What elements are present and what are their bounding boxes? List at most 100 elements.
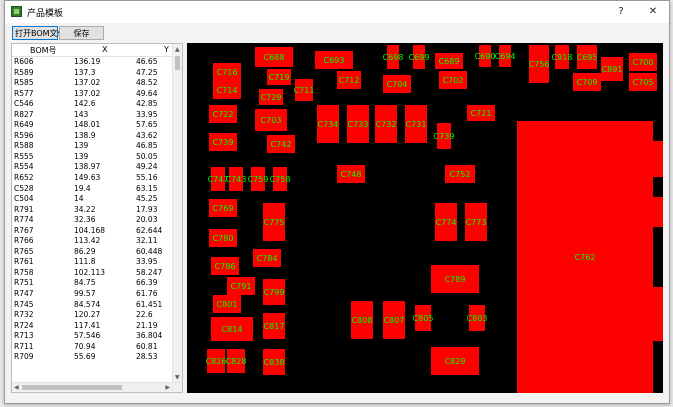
table-row[interactable]: R606 136.19 46.65	[12, 57, 174, 68]
horizontal-scroll-thumb[interactable]	[22, 385, 122, 390]
pcb-component[interactable]: C714	[213, 81, 241, 99]
pcb-pad[interactable]	[653, 141, 663, 177]
pcb-component[interactable]: C698	[383, 45, 404, 69]
pcb-component[interactable]: C743	[226, 167, 247, 191]
pcb-component[interactable]: C807	[383, 301, 405, 339]
table-row[interactable]: R732 120.27 22.6	[12, 310, 174, 321]
pcb-component[interactable]: C826	[206, 349, 227, 373]
pcb-component[interactable]: C829	[431, 347, 479, 375]
pcb-component[interactable]: C703	[255, 109, 287, 131]
vertical-scroll-thumb[interactable]	[175, 56, 180, 70]
help-button[interactable]: ?	[610, 4, 632, 20]
pcb-component[interactable]: C709	[573, 73, 601, 91]
pcb-pad[interactable]	[653, 313, 663, 341]
pcb-component[interactable]: C805	[413, 305, 434, 331]
pcb-component[interactable]: C814	[211, 317, 253, 341]
pcb-component[interactable]: C791	[227, 277, 255, 295]
table-row[interactable]: R713 57.546 36.804	[12, 331, 174, 342]
pcb-component[interactable]: C803	[467, 305, 488, 331]
pcb-component[interactable]: C799	[263, 279, 285, 305]
save-button[interactable]: 保存	[59, 26, 104, 40]
table-row[interactable]: R711 70.94 60.81	[12, 342, 174, 353]
horizontal-scrollbar[interactable]: ◀ ▶	[12, 382, 182, 392]
pcb-component[interactable]: C693	[315, 51, 353, 69]
table-row[interactable]: R765 86.29 60.448	[12, 247, 174, 258]
pcb-component[interactable]: C891	[601, 57, 623, 81]
table-row[interactable]: R652 149.63 55.16	[12, 173, 174, 184]
pcb-component[interactable]: C732	[375, 105, 397, 143]
pcb-component[interactable]: C769	[209, 199, 237, 217]
pcb-component[interactable]: C688	[255, 47, 293, 67]
pcb-component[interactable]: C774	[435, 203, 457, 241]
table-row[interactable]: R588 139 46.85	[12, 141, 174, 152]
pcb-pad[interactable]	[653, 197, 663, 227]
scroll-left-icon[interactable]: ◀	[14, 384, 19, 391]
scroll-down-icon[interactable]: ▼	[175, 374, 180, 381]
pcb-component[interactable]: C721	[467, 105, 495, 121]
pcb-component[interactable]: C739	[434, 123, 455, 149]
table-row[interactable]: R589 137.3 47.25	[12, 68, 174, 79]
table-row[interactable]: C546 142.6 42.85	[12, 99, 174, 110]
pcb-component[interactable]: C711	[294, 79, 315, 101]
column-header-bom[interactable]: BOM号	[30, 45, 57, 56]
table-row[interactable]: R745 84.574 61.451	[12, 300, 174, 311]
pcb-component[interactable]: C775	[263, 203, 285, 241]
pcb-component[interactable]: C780	[209, 229, 237, 247]
pcb-component[interactable]: C786	[211, 257, 239, 275]
pcb-component[interactable]: C704	[383, 75, 411, 93]
pcb-component[interactable]: C784	[253, 249, 281, 267]
pcb-component[interactable]: C729	[259, 89, 283, 105]
pcb-component[interactable]: C748	[337, 165, 365, 183]
pcb-component[interactable]: C712	[337, 71, 361, 89]
vertical-scrollbar[interactable]: ▲ ▼	[172, 44, 182, 383]
table-row[interactable]: R649 148.01 57.65	[12, 120, 174, 131]
pcb-component[interactable]: C719	[267, 69, 291, 85]
pcb-component[interactable]: C808	[351, 301, 373, 339]
table-row[interactable]: R758 102.113 58.247	[12, 268, 174, 279]
pcb-component[interactable]: C722	[209, 105, 237, 123]
pcb-component[interactable]: C690	[475, 45, 496, 67]
pcb-component[interactable]: C801	[213, 295, 241, 313]
scroll-up-icon[interactable]: ▲	[175, 46, 180, 53]
table-row[interactable]: R767 104.168 62.644	[12, 226, 174, 237]
pcb-component[interactable]: C759	[248, 167, 269, 191]
table-row[interactable]: C504 14 45.25	[12, 194, 174, 205]
pcb-canvas[interactable]: C688 C693 C698 C699 C689 C690 C694 C756C918 C695…	[187, 43, 663, 393]
pcb-component[interactable]: C752	[445, 165, 475, 183]
table-row[interactable]: R555 139 50.05	[12, 152, 174, 163]
pcb-component[interactable]: C758	[270, 167, 291, 191]
column-header-x[interactable]: X	[102, 45, 107, 54]
pcb-component[interactable]: C695	[577, 45, 598, 69]
table-row[interactable]: C528 19.4 63.15	[12, 184, 174, 195]
table-row[interactable]: R596 138.9 43.62	[12, 131, 174, 142]
table-row[interactable]: R709 55.69 28.53	[12, 352, 174, 363]
table-row[interactable]: R585 137.02 48.52	[12, 78, 174, 89]
pcb-component[interactable]: C918	[552, 45, 573, 69]
pcb-component[interactable]: C734	[317, 105, 339, 143]
pcb-component[interactable]: C828	[226, 349, 247, 373]
table-row[interactable]: R554 138.97 49.24	[12, 162, 174, 173]
pcb-pad[interactable]	[653, 287, 663, 313]
table-row[interactable]: R761 111.8 33.95	[12, 257, 174, 268]
pcb-component[interactable]: C838	[263, 349, 285, 375]
table-row[interactable]: R766 113.42 32.11	[12, 236, 174, 247]
pcb-component[interactable]: C700	[629, 53, 657, 71]
table-row[interactable]: R791 34.22 17.93	[12, 205, 174, 216]
pcb-component[interactable]: C762	[517, 121, 653, 393]
pcb-component[interactable]: C705	[629, 73, 657, 91]
pcb-component[interactable]: C773	[465, 203, 487, 241]
pcb-component[interactable]: C817	[263, 313, 285, 339]
pcb-component[interactable]: C789	[431, 265, 479, 293]
table-row[interactable]: R577 137.02 49.64	[12, 89, 174, 100]
table-row[interactable]: R774 32.36 20.03	[12, 215, 174, 226]
pcb-component[interactable]: C756	[529, 45, 550, 83]
column-header-y[interactable]: Y	[164, 45, 169, 54]
pcb-component[interactable]: C694	[495, 45, 516, 67]
pcb-component[interactable]: C733	[347, 105, 369, 143]
scroll-right-icon[interactable]: ▶	[165, 384, 170, 391]
table-row[interactable]: R751 84.75 66.39	[12, 278, 174, 289]
close-button[interactable]: ✕	[642, 4, 664, 20]
table-row[interactable]: R747 99.57 61.76	[12, 289, 174, 300]
pcb-component[interactable]: C702	[439, 71, 467, 89]
pcb-component[interactable]: C742	[267, 135, 295, 153]
